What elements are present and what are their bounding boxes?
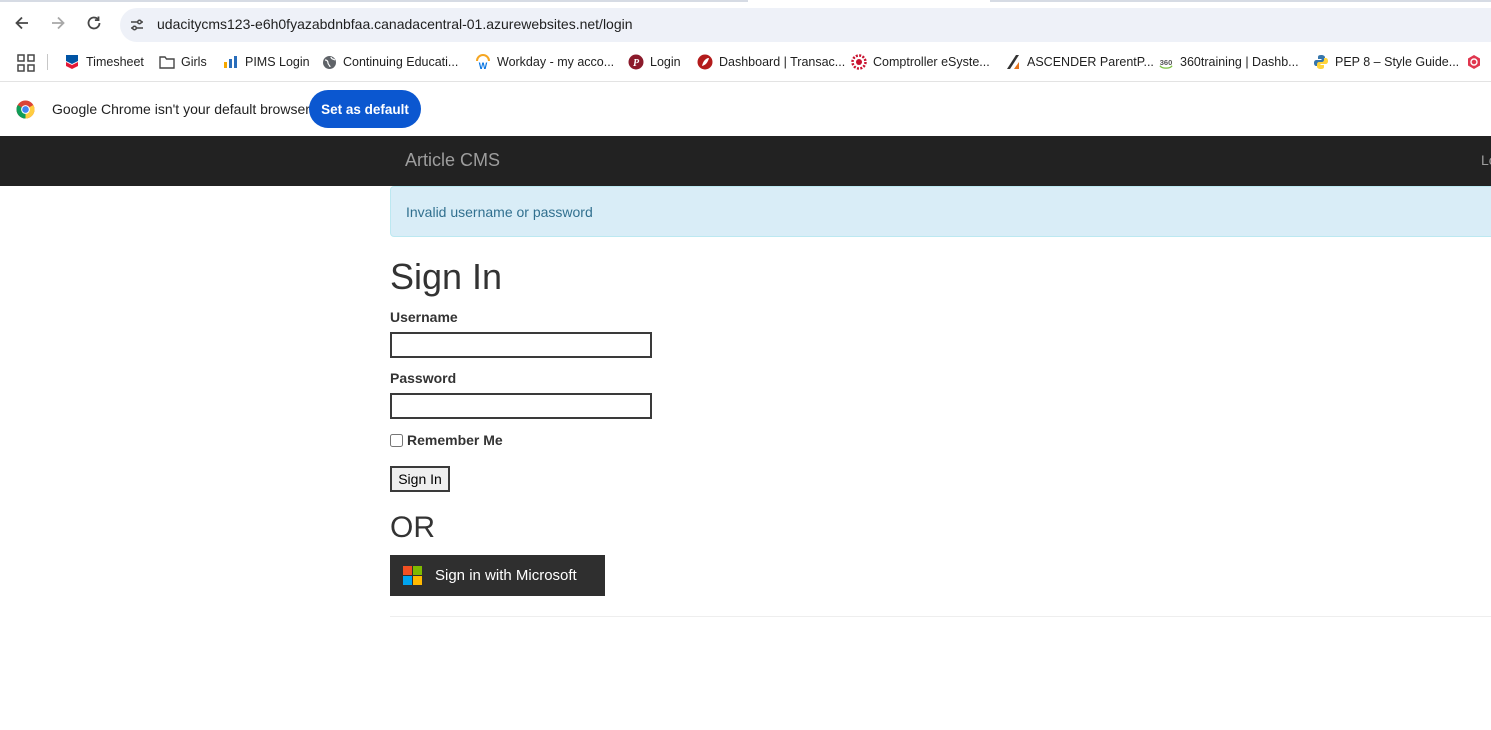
forward-button[interactable] (47, 12, 69, 34)
ascender-icon (1005, 54, 1021, 70)
sign-in-with-microsoft-button[interactable]: Sign in with Microsoft (390, 555, 605, 596)
remember-me-checkbox[interactable] (390, 433, 403, 447)
username-input[interactable] (390, 332, 652, 358)
error-alert: Invalid username or password (390, 186, 1491, 237)
bar-chart-icon (223, 54, 239, 70)
arrow-left-icon (15, 16, 28, 30)
bookmark-comptroller[interactable]: Comptroller eSyste... (851, 52, 990, 72)
arrow-right-icon (52, 16, 65, 30)
alert-message: Invalid username or password (406, 204, 593, 220)
red-leaf-icon (697, 54, 713, 70)
nav-login-link[interactable]: Lo (1481, 152, 1491, 168)
page-title: Sign In (390, 256, 503, 297)
bookmark-timesheet[interactable]: Timesheet (64, 52, 144, 72)
reload-button[interactable] (83, 12, 105, 34)
infobar-message: Google Chrome isn't your default browser (52, 101, 310, 117)
set-as-default-button[interactable]: Set as default (309, 90, 421, 128)
microsoft-logo-icon (403, 566, 422, 585)
bookmark-overflow[interactable] (1466, 52, 1482, 72)
bookmarks-bar: Timesheet Girls PIMS Login Continuing Ed… (0, 42, 1491, 82)
python-icon (1313, 54, 1329, 70)
svg-text:P: P (633, 58, 640, 69)
bookmark-girls[interactable]: Girls (159, 52, 207, 72)
bookmark-360training[interactable]: 360 360training | Dashb... (1158, 52, 1299, 72)
microsoft-button-label: Sign in with Microsoft (435, 567, 577, 584)
workday-icon: W (475, 54, 491, 70)
apps-grid-icon[interactable] (17, 54, 35, 72)
bookmark-login[interactable]: P Login (628, 52, 681, 72)
password-input[interactable] (390, 393, 652, 419)
remember-me-label[interactable]: Remember Me (407, 432, 503, 448)
globe-icon (321, 54, 337, 70)
sign-in-button[interactable]: Sign In (390, 466, 450, 492)
site-settings-icon[interactable] (128, 16, 146, 34)
bookmarks-separator (47, 54, 48, 70)
folder-icon (159, 54, 175, 70)
reload-icon (87, 16, 101, 30)
bookmark-ascender[interactable]: ASCENDER ParentP... (1005, 52, 1154, 72)
bookmark-pims-login[interactable]: PIMS Login (223, 52, 310, 72)
url-text[interactable]: udacitycms123-e6h0fyazabdnbfaa.canadacen… (157, 16, 633, 32)
browser-toolbar: udacitycms123-e6h0fyazabdnbfaa.canadacen… (0, 0, 1491, 42)
bookmark-workday[interactable]: W Workday - my acco... (475, 52, 614, 72)
360-icon: 360 (1158, 54, 1174, 70)
tab-strip-edge (0, 0, 748, 2)
horizontal-rule (390, 616, 1491, 617)
password-label: Password (390, 370, 457, 386)
svg-text:W: W (479, 61, 488, 70)
red-seal-icon (851, 54, 867, 70)
remember-me-row: Remember Me (390, 432, 503, 448)
bookmark-continuing-education[interactable]: Continuing Educati... (321, 52, 458, 72)
chrome-logo-icon (16, 100, 35, 119)
tab-strip-edge (990, 0, 1491, 2)
chevron-logo-icon (64, 54, 80, 70)
bookmark-pep8[interactable]: PEP 8 – Style Guide... (1313, 52, 1459, 72)
site-brand-link[interactable]: Article CMS (405, 150, 500, 171)
default-browser-infobar: Google Chrome isn't your default browser… (0, 83, 1491, 136)
hexagon-red-icon (1466, 54, 1482, 70)
back-button[interactable] (11, 12, 33, 34)
address-bar[interactable]: udacitycms123-e6h0fyazabdnbfaa.canadacen… (120, 8, 1491, 42)
p-logo-icon: P (628, 54, 644, 70)
or-divider-text: OR (390, 511, 435, 544)
site-navbar: Article CMS Lo (0, 136, 1491, 186)
svg-text:360: 360 (1160, 58, 1173, 67)
bookmark-dashboard-transac[interactable]: Dashboard | Transac... (697, 52, 845, 72)
username-label: Username (390, 309, 458, 325)
